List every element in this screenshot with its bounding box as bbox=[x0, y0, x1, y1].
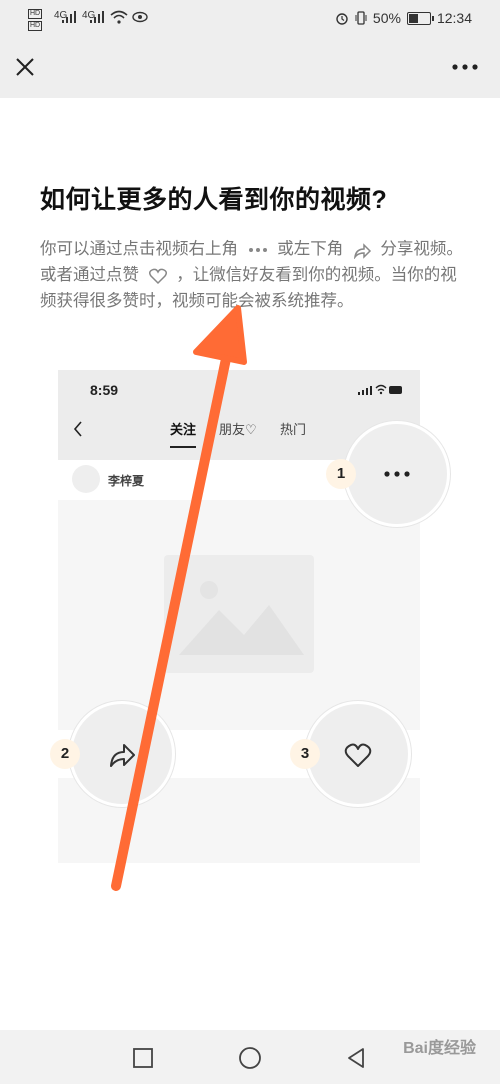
vibrate-icon bbox=[355, 11, 367, 25]
status-left: HD HD bbox=[28, 7, 44, 31]
callout-more bbox=[344, 421, 450, 527]
image-placeholder-icon bbox=[179, 581, 304, 655]
status-bar: HD HD 4G 4G 50% 12:34 bbox=[0, 0, 500, 38]
more-icon bbox=[384, 471, 410, 477]
recents-icon[interactable] bbox=[131, 1046, 155, 1070]
share-icon bbox=[110, 744, 135, 767]
badge-1: 1 bbox=[326, 459, 356, 489]
article-description: 你可以通过点击视频右上角 或左下角 分享视频。或者通过点赞 ，让微信好友看到你的… bbox=[40, 236, 470, 314]
avatar bbox=[72, 465, 100, 493]
alarm-icon bbox=[336, 13, 348, 25]
article-title: 如何让更多的人看到你的视频? bbox=[40, 186, 388, 214]
heart-icon bbox=[344, 743, 372, 767]
back-icon bbox=[73, 421, 82, 437]
more-icon-inline bbox=[248, 247, 267, 252]
top-nav-bar bbox=[0, 38, 500, 98]
desc-part-2: 或左下角 bbox=[277, 240, 344, 258]
username: 李梓夏 bbox=[108, 474, 145, 488]
video-placeholder bbox=[164, 555, 314, 673]
desc-part-1: 你可以通过点击视频右上角 bbox=[40, 240, 238, 258]
battery-icon bbox=[406, 11, 434, 25]
phone-status-icons bbox=[358, 384, 402, 395]
back-nav-icon[interactable] bbox=[344, 1046, 368, 1070]
hd-badge-1: HD bbox=[28, 9, 43, 19]
more-icon[interactable] bbox=[450, 62, 480, 72]
signal-bars-icon bbox=[62, 11, 76, 23]
tab-hot: 热门 bbox=[280, 422, 307, 437]
close-icon[interactable] bbox=[12, 54, 38, 80]
battery-percent: 50% bbox=[372, 10, 401, 26]
callout-like bbox=[305, 701, 411, 807]
badge-2: 2 bbox=[50, 739, 80, 769]
share-icon-inline bbox=[353, 242, 371, 259]
eye-icon bbox=[132, 11, 148, 23]
phone-time: 8:59 bbox=[90, 382, 119, 398]
home-icon[interactable] bbox=[238, 1046, 262, 1070]
phone-status-bar: 8:59 bbox=[58, 370, 420, 410]
baidu-watermark: Bai度经验 bbox=[403, 1040, 476, 1057]
status-right: 50% 12:34 bbox=[335, 10, 472, 26]
tab-follow: 关注 bbox=[170, 419, 197, 448]
callout-share bbox=[69, 701, 175, 807]
badge-3: 3 bbox=[290, 739, 320, 769]
hd-badge-2: HD bbox=[28, 21, 43, 31]
clock-time: 12:34 bbox=[436, 10, 472, 26]
tab-friends: 朋友♡ bbox=[219, 422, 257, 437]
wifi-icon bbox=[110, 10, 128, 24]
signal-bars-icon-2 bbox=[90, 11, 104, 23]
heart-icon-inline bbox=[148, 268, 167, 284]
